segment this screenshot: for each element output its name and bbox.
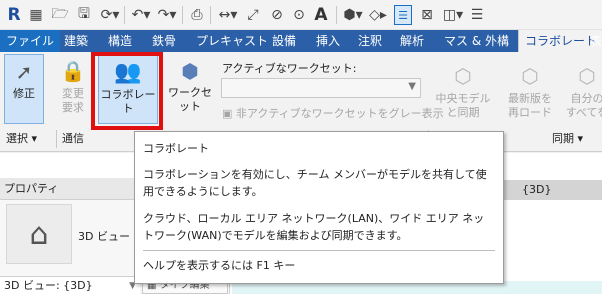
document-tab-3d[interactable]: {3D} <box>500 180 602 200</box>
view-selector-value: 3D ビュー: {3D} <box>4 279 93 292</box>
tooltip-help-hint: ヘルプを表示するには F1 キー <box>143 259 296 272</box>
modify-button[interactable]: ➚ 修正 <box>4 54 44 124</box>
properties-palette-title: プロパティ <box>0 178 140 200</box>
gray-inactive-worksets-button[interactable]: ▣ 非アクティブなワークセットをグレー表示 <box>222 105 444 121</box>
cursor-arrow-icon: ➚ <box>15 60 33 84</box>
section-icon[interactable]: ◇▸ <box>368 5 388 25</box>
tab-massing-site[interactable]: マス & 外構 <box>444 30 509 52</box>
tile-windows-icon[interactable]: ◫▾ <box>442 5 464 25</box>
3d-view-icon[interactable]: ⬢▾ <box>342 5 364 25</box>
relinquish-icon: ⬡ <box>578 64 596 88</box>
synchronize-central-button[interactable]: ⬡ 中央モデル と同期 <box>432 64 494 124</box>
gray-inactive-label: 非アクティブなワークセットをグレー表示 <box>235 107 444 120</box>
save-icon[interactable]: 🖫 <box>76 5 92 25</box>
synchronize-label: 中央モデル と同期 <box>435 92 491 119</box>
reload-latest-label: 最新版を 再ロード <box>508 92 552 119</box>
worksets-icon: ⬢ <box>181 59 199 83</box>
tag-icon[interactable]: ⊘ <box>268 5 286 25</box>
panel-select[interactable]: 選択 ▾ <box>6 128 37 150</box>
undo-icon[interactable]: ↶▾ <box>130 5 152 25</box>
toolbar-separator <box>124 6 125 24</box>
customize-toolbar-icon[interactable]: ☰ <box>468 5 486 25</box>
close-hidden-icon[interactable]: ⊠ <box>418 5 436 25</box>
tab-steel[interactable]: 鉄骨 <box>152 30 176 52</box>
worksets-button-label: ワークセット <box>168 86 212 113</box>
tab-file[interactable]: ファイル <box>0 30 61 52</box>
active-workset-dropdown[interactable]: ▼ <box>221 78 421 98</box>
collaborate-tooltip: コラボレート コラボレーションを有効にし、チーム メンバーがモデルを共有して使用… <box>134 131 504 284</box>
tab-architecture[interactable]: 建築 <box>64 30 88 52</box>
tab-view[interactable]: 表 <box>590 30 602 52</box>
synchronize-icon: ⬡ <box>454 64 472 88</box>
tooltip-divider <box>143 250 495 251</box>
dot-icon[interactable]: ⊙ <box>290 5 308 25</box>
toolbar-separator <box>336 6 337 24</box>
revit-logo-icon[interactable]: R <box>6 5 22 25</box>
change-request-label: 変更 要求 <box>62 87 84 114</box>
active-workset-label: アクティブなワークセット: <box>222 62 357 75</box>
panel-sync[interactable]: 同期 ▾ <box>552 128 583 150</box>
view-selector-dropdown[interactable]: 3D ビュー: {3D} ▼ <box>0 276 140 294</box>
tooltip-description: コラボレーションを有効にし、チーム メンバーがモデルを共有して使用できるようにし… <box>143 168 487 198</box>
chevron-down-icon: ▼ <box>408 81 416 92</box>
3d-view-type-icon: ⌂ <box>6 204 72 264</box>
text-icon[interactable]: A <box>312 5 330 25</box>
sync-icon[interactable]: ⟳▾ <box>100 5 120 25</box>
gray-inactive-icon: ▣ <box>222 107 236 120</box>
quick-access-toolbar: R ▦ 🗁 🖫 ⟳▾ ↶▾ ↷▾ ⎙ ↔▾ ⤢ ⊘ ⊙ A ⬢▾ ◇▸ ☰ ⊠ … <box>0 0 602 30</box>
tab-annotate[interactable]: 注釈 <box>358 30 382 52</box>
redo-icon[interactable]: ↷▾ <box>156 5 178 25</box>
tooltip-detail: クラウド、ローカル エリア ネットワーク(LAN)、ワイド エリア ネットワーク… <box>143 212 485 242</box>
panel-select-label: 選択 <box>6 132 28 145</box>
tab-insert[interactable]: 挿入 <box>316 30 340 52</box>
relinquish-all-button[interactable]: ⬡ 自分の すべてを <box>562 64 602 124</box>
change-request-button[interactable]: 🔒 変更 要求 <box>52 54 94 124</box>
reload-latest-button[interactable]: ⬡ 最新版を 再ロード <box>500 64 560 124</box>
view-type-name: 3D ビュー <box>78 230 130 243</box>
reload-latest-icon: ⬡ <box>521 64 539 88</box>
print-icon[interactable]: ⎙ <box>188 5 206 25</box>
panel-sync-label: 同期 <box>552 132 574 145</box>
tab-structure[interactable]: 構造 <box>108 30 132 52</box>
tab-precast[interactable]: プレキャスト <box>196 30 268 52</box>
tab-systems[interactable]: 設備 <box>272 30 296 52</box>
document-tab-label: {3D} <box>522 183 552 196</box>
switch-windows-icon[interactable]: ☰ <box>394 5 412 25</box>
relinquish-label: 自分の すべてを <box>565 92 602 119</box>
panel-separator <box>56 130 57 148</box>
toolbar-separator <box>210 6 211 24</box>
modify-button-label: 修正 <box>13 87 35 100</box>
tab-analyze[interactable]: 解析 <box>400 30 424 52</box>
worksets-button[interactable]: ⬢ ワークセット <box>164 54 216 124</box>
change-request-icon: 🔒 <box>60 59 86 83</box>
toolbar-separator <box>182 6 183 24</box>
measure-icon[interactable]: ↔▾ <box>216 5 240 25</box>
highlight-box <box>91 52 163 130</box>
open-folder-icon[interactable]: 🗁 <box>51 5 68 25</box>
ribbon-tab-strip: ファイル 建築 構造 鉄骨 プレキャスト 設備 挿入 注釈 解析 マス & 外構… <box>0 30 602 52</box>
tooltip-gap <box>143 200 495 210</box>
dimension-icon[interactable]: ⤢ <box>244 5 262 25</box>
tooltip-title: コラボレート <box>143 142 209 155</box>
panel-communicate-label: 通信 <box>62 132 84 145</box>
home-icon[interactable]: ▦ <box>28 5 44 25</box>
